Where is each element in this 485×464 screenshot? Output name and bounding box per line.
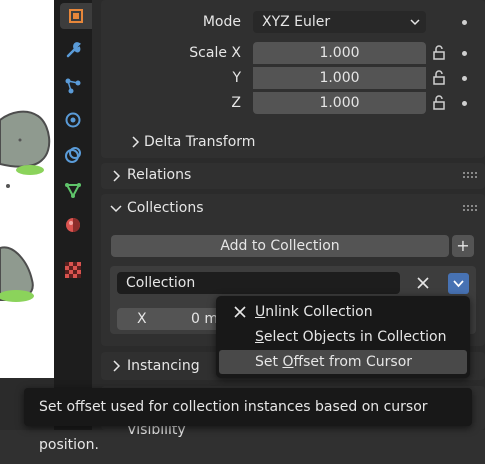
instancing-label: Instancing <box>127 358 200 374</box>
scale-x-field[interactable]: 1.000 <box>253 42 426 64</box>
lock-icon[interactable] <box>431 94 447 110</box>
chevron-down-icon <box>110 205 122 213</box>
menu-item-select-objects-in-collection[interactable]: Select Objects in Collection <box>219 325 467 349</box>
lock-icon[interactable] <box>431 69 447 85</box>
offset-x-value: 0 m <box>191 311 218 327</box>
collection-specials-menu-button[interactable] <box>448 273 469 294</box>
tab-material[interactable] <box>60 212 86 238</box>
chevron-down-icon <box>453 280 464 288</box>
viewport-artwork <box>0 110 51 302</box>
rotation-mode-value: XYZ Euler <box>262 14 331 30</box>
delta-transform-label: Delta Transform <box>144 134 256 150</box>
tab-particles[interactable] <box>60 73 86 99</box>
tab-texture[interactable] <box>60 257 86 283</box>
menu-item-set-offset-from-cursor[interactable]: Set Offset from Cursor <box>219 350 467 374</box>
scale-z-field[interactable]: 1.000 <box>253 92 426 114</box>
drag-grip-icon[interactable] <box>463 205 479 213</box>
object-icon <box>69 9 83 23</box>
viewport-3d[interactable] <box>0 0 54 378</box>
scale-y-label: Y <box>232 70 241 86</box>
chevron-right-icon <box>113 170 121 182</box>
constraints-icon <box>65 147 81 163</box>
menu-item-label: Unlink Collection <box>255 304 373 320</box>
animate-property-dot[interactable] <box>462 101 467 106</box>
collection-name-field[interactable]: Collection <box>117 272 400 294</box>
tab-constraints[interactable] <box>60 142 86 168</box>
scale-x-label: Scale X <box>189 45 241 61</box>
collection-specials-menu: Unlink Collection Select Objects in Coll… <box>216 296 470 378</box>
transform-panel: Mode XYZ Euler Scale X 1.000 Y 1.000 Z 1… <box>101 0 485 158</box>
offset-x-label: X <box>137 311 147 327</box>
tooltip: Set offset used for collection instances… <box>24 388 472 453</box>
data-icon <box>65 183 81 199</box>
material-icon <box>66 218 80 232</box>
collection-name-value: Collection <box>126 275 196 291</box>
close-icon[interactable] <box>416 276 430 290</box>
tab-physics[interactable] <box>60 107 86 133</box>
relations-label: Relations <box>127 167 192 183</box>
animate-property-dot[interactable] <box>462 51 467 56</box>
physics-icon <box>65 112 81 128</box>
chevron-right-icon <box>113 360 121 372</box>
menu-item-label: Set Offset from Cursor <box>255 354 413 370</box>
tab-modifiers[interactable] <box>60 37 86 63</box>
mode-label: Mode <box>202 14 241 30</box>
chevron-down-icon <box>410 19 420 26</box>
animate-property-dot[interactable] <box>462 76 467 81</box>
scale-z-label: Z <box>231 95 241 111</box>
collections-panel-header[interactable]: Collections <box>101 194 485 222</box>
wrench-icon <box>66 42 81 58</box>
menu-item-unlink-collection[interactable]: Unlink Collection <box>219 300 467 324</box>
relations-panel-header[interactable]: Relations <box>101 163 485 189</box>
menu-item-label: Select Objects in Collection <box>255 329 447 345</box>
add-to-collection-button[interactable]: Add to Collection <box>111 235 449 257</box>
properties-tab-bar <box>54 0 92 430</box>
animate-property-dot[interactable] <box>462 20 467 25</box>
particles-icon <box>65 78 81 94</box>
tab-object[interactable] <box>60 3 92 29</box>
chevron-right-icon <box>132 136 140 148</box>
texture-icon <box>65 262 81 278</box>
delta-transform-header[interactable]: Delta Transform <box>121 130 461 154</box>
tab-object-data[interactable] <box>60 177 86 203</box>
close-icon <box>234 306 246 318</box>
drag-grip-icon[interactable] <box>463 172 479 180</box>
collections-label: Collections <box>127 200 204 216</box>
add-collection-plus-button[interactable]: + <box>452 235 474 257</box>
lock-icon[interactable] <box>431 44 447 60</box>
rotation-mode-dropdown[interactable]: XYZ Euler <box>253 11 426 33</box>
scale-y-field[interactable]: 1.000 <box>253 67 426 89</box>
